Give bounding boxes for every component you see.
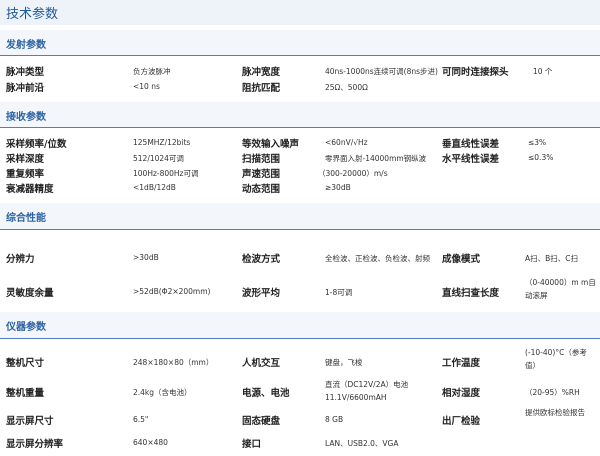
page-title: 技术参数 — [6, 7, 59, 22]
section-band-receive — [0, 102, 600, 128]
section-title-receive: 接收参数 — [6, 112, 46, 123]
section-title-instrument: 仪器参数 — [6, 322, 46, 333]
param-label: 动态范围 — [242, 184, 281, 195]
param-label: 整机尺寸 — [6, 358, 45, 369]
section-rule-instrument — [0, 338, 600, 339]
param-value: 零界面入射-14000mm钢纵波 — [325, 154, 427, 163]
param-label: 扫描范围 — [242, 154, 281, 165]
section-title-emit: 发射参数 — [6, 40, 46, 51]
param-label: 成像模式 — [442, 254, 481, 265]
param-label: 出厂检验 — [442, 416, 481, 427]
param-label: 波形平均 — [242, 288, 281, 299]
param-value: ≥30dB — [325, 183, 351, 192]
param-label: 工作温度 — [442, 358, 481, 369]
section-rule-emit — [0, 55, 600, 56]
section-title-overall: 综合性能 — [6, 213, 46, 224]
param-value: （0-40000）m m自动滚屏 — [525, 278, 596, 300]
param-value: <60nV/√Hz — [325, 138, 368, 147]
param-value: >52dB(Φ2×200mm) — [133, 287, 211, 296]
param-label: 声速范围 — [242, 169, 281, 180]
param-label: 衰减器精度 — [6, 184, 54, 195]
param-value: （300-20000）m/s — [318, 169, 388, 178]
title-bar — [0, 0, 600, 25]
section-band-instrument — [0, 312, 600, 338]
param-value: （20-95）%RH — [525, 388, 580, 397]
param-value: 2.4kg（含电池） — [133, 388, 192, 397]
param-value: 25Ω、500Ω — [325, 83, 368, 92]
param-value: 负方波脉冲 — [133, 67, 171, 76]
param-label: 分辨力 — [6, 254, 35, 265]
param-value: 248×180×80（mm） — [133, 358, 214, 367]
param-value: <10 ns — [133, 82, 160, 91]
param-value: <1dB/12dB — [133, 183, 176, 192]
param-value: (-10-40)°C（参考值） — [525, 348, 587, 370]
param-value: 40ns-1000ns连续可调(8ns步进) — [325, 67, 438, 76]
param-value: 100Hz-800Hz可调 — [133, 169, 199, 178]
param-value: 提供欧标检验报告 — [525, 408, 585, 417]
param-label: 接口 — [242, 439, 262, 450]
param-value: 8 GB — [325, 415, 344, 424]
param-label: 采样频率/位数 — [6, 139, 67, 150]
param-label: 显示屏尺寸 — [6, 416, 54, 427]
param-value: ≤0.3% — [528, 153, 554, 162]
param-value: 125MHZ/12bits — [133, 138, 191, 147]
param-value: 10 个 — [533, 67, 553, 76]
param-label: 脉冲前沿 — [6, 83, 45, 94]
param-value: 键盘，飞梭 — [325, 358, 363, 367]
param-label: 整机重量 — [6, 388, 45, 399]
param-value: LAN、USB2.0、VGA — [325, 439, 399, 448]
param-label: 脉冲类型 — [6, 67, 45, 78]
param-value: 512/1024可调 — [133, 154, 184, 163]
section-band-emit — [0, 30, 600, 56]
section-rule-receive — [0, 127, 600, 128]
param-label: 检波方式 — [242, 254, 281, 265]
param-label: 电源、电池 — [242, 388, 290, 399]
param-label: 直线扫查长度 — [442, 288, 500, 299]
section-rule-overall — [0, 229, 600, 230]
section-band-overall — [0, 203, 600, 229]
param-value: 直流（DC12V/2A）电池11.1V/6600mAH — [325, 380, 409, 402]
param-label: 阻抗匹配 — [242, 83, 281, 94]
param-label: 显示屏分辨率 — [6, 439, 64, 450]
param-value: A扫、B扫、C扫 — [525, 254, 579, 263]
param-value: >30dB — [133, 253, 159, 262]
param-label: 等效输入噪声 — [242, 139, 300, 150]
param-label: 可同时连接探头 — [442, 67, 509, 78]
param-label: 灵敏度余量 — [6, 288, 54, 299]
param-value: 6.5" — [133, 415, 149, 424]
param-value: 全检波、正检波、负检波、射频 — [325, 254, 430, 263]
param-label: 脉冲宽度 — [242, 67, 281, 78]
param-label: 固态硬盘 — [242, 416, 281, 427]
param-label: 重复频率 — [6, 169, 45, 180]
param-label: 人机交互 — [242, 358, 281, 369]
param-label: 垂直线性误差 — [442, 139, 500, 150]
param-value: 1-8可调 — [325, 288, 353, 297]
param-value: 640×480 — [133, 438, 168, 447]
param-value: ≤3% — [528, 138, 547, 147]
param-label: 水平线性误差 — [442, 154, 500, 165]
param-label: 采样深度 — [6, 154, 45, 165]
param-label: 相对湿度 — [442, 388, 481, 399]
